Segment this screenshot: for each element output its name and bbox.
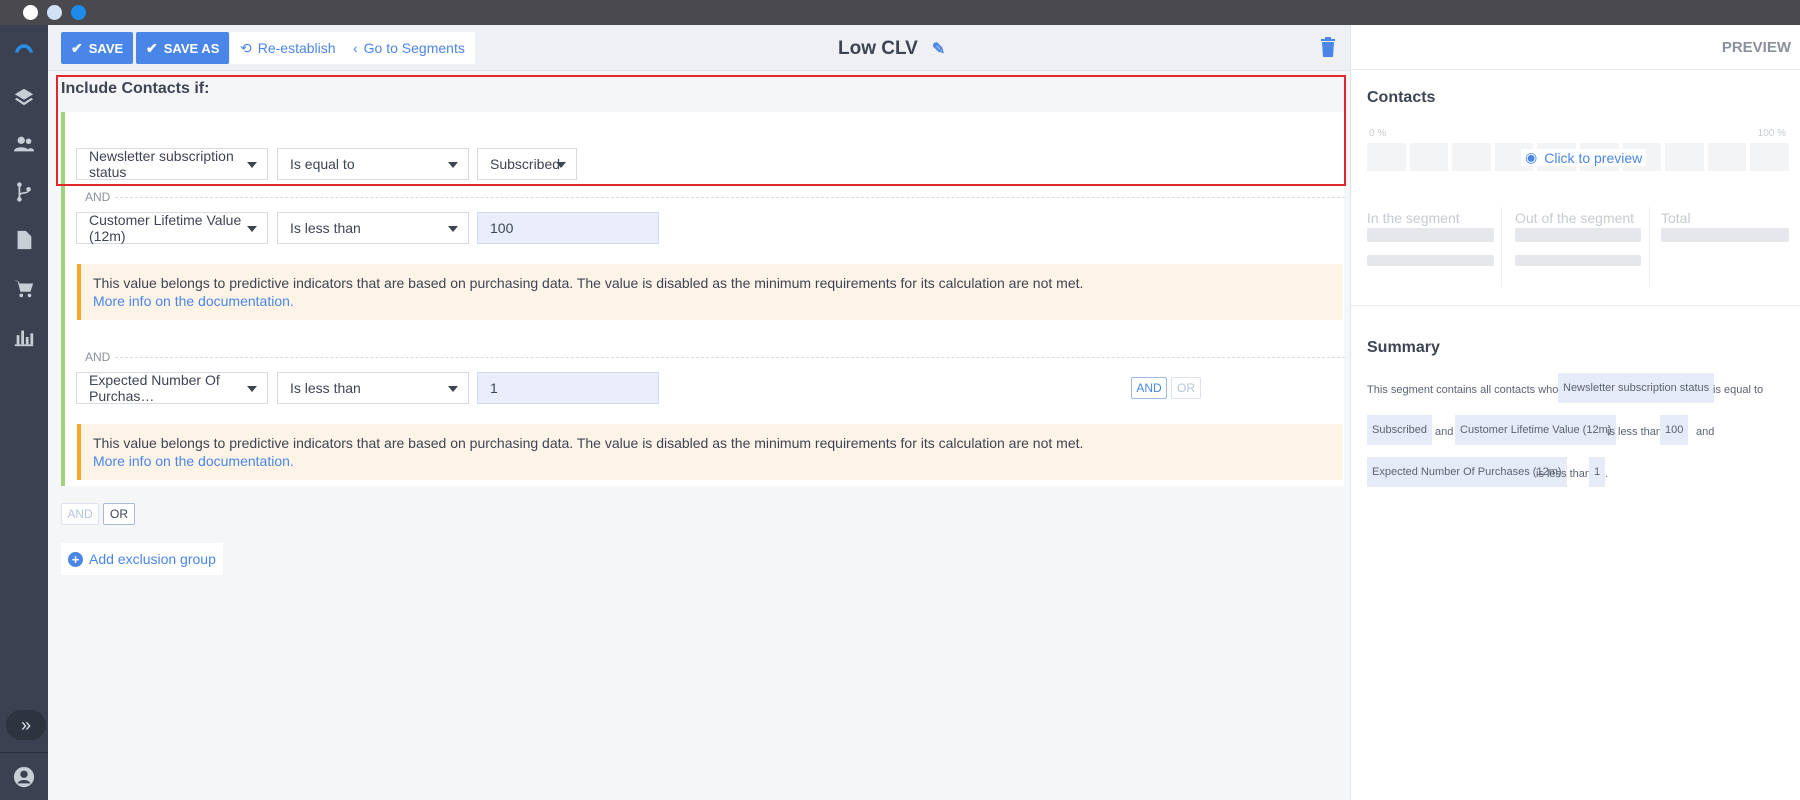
check-icon: ✔ bbox=[71, 39, 83, 56]
rule-value-input[interactable]: 1 bbox=[477, 372, 659, 404]
account-button[interactable] bbox=[0, 752, 48, 800]
plus-circle-icon: + bbox=[68, 551, 83, 567]
contacts-icon[interactable] bbox=[12, 132, 36, 156]
left-nav-rail: » bbox=[0, 25, 48, 800]
double-chevron-right-icon: » bbox=[20, 714, 31, 735]
summary-text: is equal to bbox=[1713, 384, 1764, 396]
window-titlebar bbox=[0, 0, 1800, 25]
window-maximize-button[interactable] bbox=[71, 5, 86, 20]
divider bbox=[115, 357, 1345, 358]
skeleton-bar bbox=[1367, 255, 1494, 266]
summary-title: Summary bbox=[1367, 339, 1440, 356]
highlight-box bbox=[56, 75, 1346, 186]
preview-header: PREVIEW bbox=[1351, 25, 1800, 70]
predictive-warning: This value belongs to predictive indicat… bbox=[77, 264, 1343, 320]
summary-chip: 100 bbox=[1660, 415, 1689, 445]
save-as-button[interactable]: ✔ SAVE AS bbox=[136, 32, 230, 64]
window-minimize-button[interactable] bbox=[47, 5, 62, 20]
click-to-preview-button[interactable]: ◉ Click to preview bbox=[1521, 149, 1647, 166]
total-label: Total bbox=[1661, 210, 1691, 226]
contacts-title: Contacts bbox=[1367, 89, 1436, 106]
reports-icon[interactable] bbox=[12, 325, 36, 349]
reestablish-button[interactable]: ⟲ Re-establish bbox=[230, 32, 346, 64]
user-avatar-icon bbox=[13, 766, 35, 787]
caret-down-icon bbox=[247, 226, 257, 232]
chevron-left-icon: ‹ bbox=[353, 40, 358, 56]
logo-icon[interactable] bbox=[12, 35, 36, 59]
divider bbox=[115, 197, 1345, 198]
rule-operator-select[interactable]: Is less than bbox=[277, 212, 469, 244]
and-separator: AND bbox=[85, 190, 111, 204]
go-to-segments-button[interactable]: ‹ Go to Segments bbox=[343, 32, 475, 64]
preview-panel: PREVIEW Contacts 0 % 100 % ◉ Click to pr… bbox=[1350, 25, 1800, 800]
rule-value-input[interactable]: 100 bbox=[477, 212, 659, 244]
window-close-button[interactable] bbox=[23, 5, 38, 20]
rule-field-select[interactable]: Customer Lifetime Value (12m) bbox=[76, 212, 268, 244]
predictive-warning: This value belongs to predictive indicat… bbox=[77, 424, 1343, 480]
divider bbox=[1501, 207, 1502, 287]
add-or-group-button[interactable]: OR bbox=[103, 503, 135, 525]
summary-chip: Customer Lifetime Value (12m) bbox=[1455, 415, 1617, 445]
pencil-edit-icon[interactable]: ✎ bbox=[932, 39, 945, 59]
rule-operator-select[interactable]: Is less than bbox=[277, 372, 469, 404]
summary-text: This segment contains all contacts whose bbox=[1367, 384, 1570, 396]
summary-text: is less than bbox=[1536, 468, 1592, 480]
check-icon: ✔ bbox=[146, 39, 158, 56]
out-segment-label: Out of the segment bbox=[1515, 210, 1635, 226]
summary-text: . bbox=[1605, 468, 1609, 480]
history-icon: ⟲ bbox=[240, 39, 252, 56]
summary-chip: Newsletter subscription status bbox=[1558, 373, 1715, 403]
add-or-condition-button[interactable]: OR bbox=[1171, 377, 1201, 399]
eye-icon: ◉ bbox=[1525, 149, 1538, 165]
divider bbox=[1649, 207, 1650, 287]
caret-down-icon bbox=[247, 386, 257, 392]
documentation-link[interactable]: More info on the documentation. bbox=[93, 452, 1331, 470]
segment-title: Low CLV ✎ bbox=[838, 38, 946, 59]
add-and-group-button[interactable]: AND bbox=[61, 503, 99, 525]
divider bbox=[1351, 305, 1800, 306]
pct-max-label: 100 % bbox=[1757, 128, 1786, 139]
layers-icon[interactable] bbox=[12, 85, 36, 109]
caret-down-icon bbox=[448, 386, 458, 392]
pct-min-label: 0 % bbox=[1369, 128, 1387, 139]
expand-nav-button[interactable]: » bbox=[6, 710, 46, 740]
summary-text: is less than bbox=[1607, 426, 1663, 438]
summary-text: and bbox=[1696, 426, 1715, 438]
document-icon[interactable] bbox=[12, 228, 36, 252]
skeleton-bar bbox=[1367, 228, 1494, 242]
summary-text: and bbox=[1435, 426, 1454, 438]
documentation-link[interactable]: More info on the documentation. bbox=[93, 292, 1331, 310]
add-and-condition-button[interactable]: AND bbox=[1131, 377, 1167, 399]
skeleton-bar bbox=[1515, 255, 1641, 266]
add-exclusion-group-button[interactable]: + Add exclusion group bbox=[61, 543, 223, 575]
cart-icon[interactable] bbox=[12, 277, 36, 301]
and-separator: AND bbox=[85, 350, 111, 364]
segment-editor: ✔ SAVE ✔ SAVE AS ⟲ Re-establish ‹ Go to … bbox=[48, 25, 1350, 800]
summary-chip: 1 bbox=[1589, 457, 1606, 487]
summary-chip: Subscribed bbox=[1367, 415, 1433, 445]
save-button[interactable]: ✔ SAVE bbox=[61, 32, 134, 64]
caret-down-icon bbox=[448, 226, 458, 232]
in-segment-label: In the segment bbox=[1367, 210, 1460, 226]
trash-icon[interactable] bbox=[1320, 37, 1336, 57]
skeleton-bar bbox=[1515, 228, 1641, 242]
rule-field-select[interactable]: Expected Number Of Purchas… bbox=[76, 372, 268, 404]
automation-icon[interactable] bbox=[12, 180, 36, 204]
skeleton-bar bbox=[1661, 228, 1789, 242]
editor-toolbar: ✔ SAVE ✔ SAVE AS ⟲ Re-establish ‹ Go to … bbox=[48, 25, 1350, 71]
